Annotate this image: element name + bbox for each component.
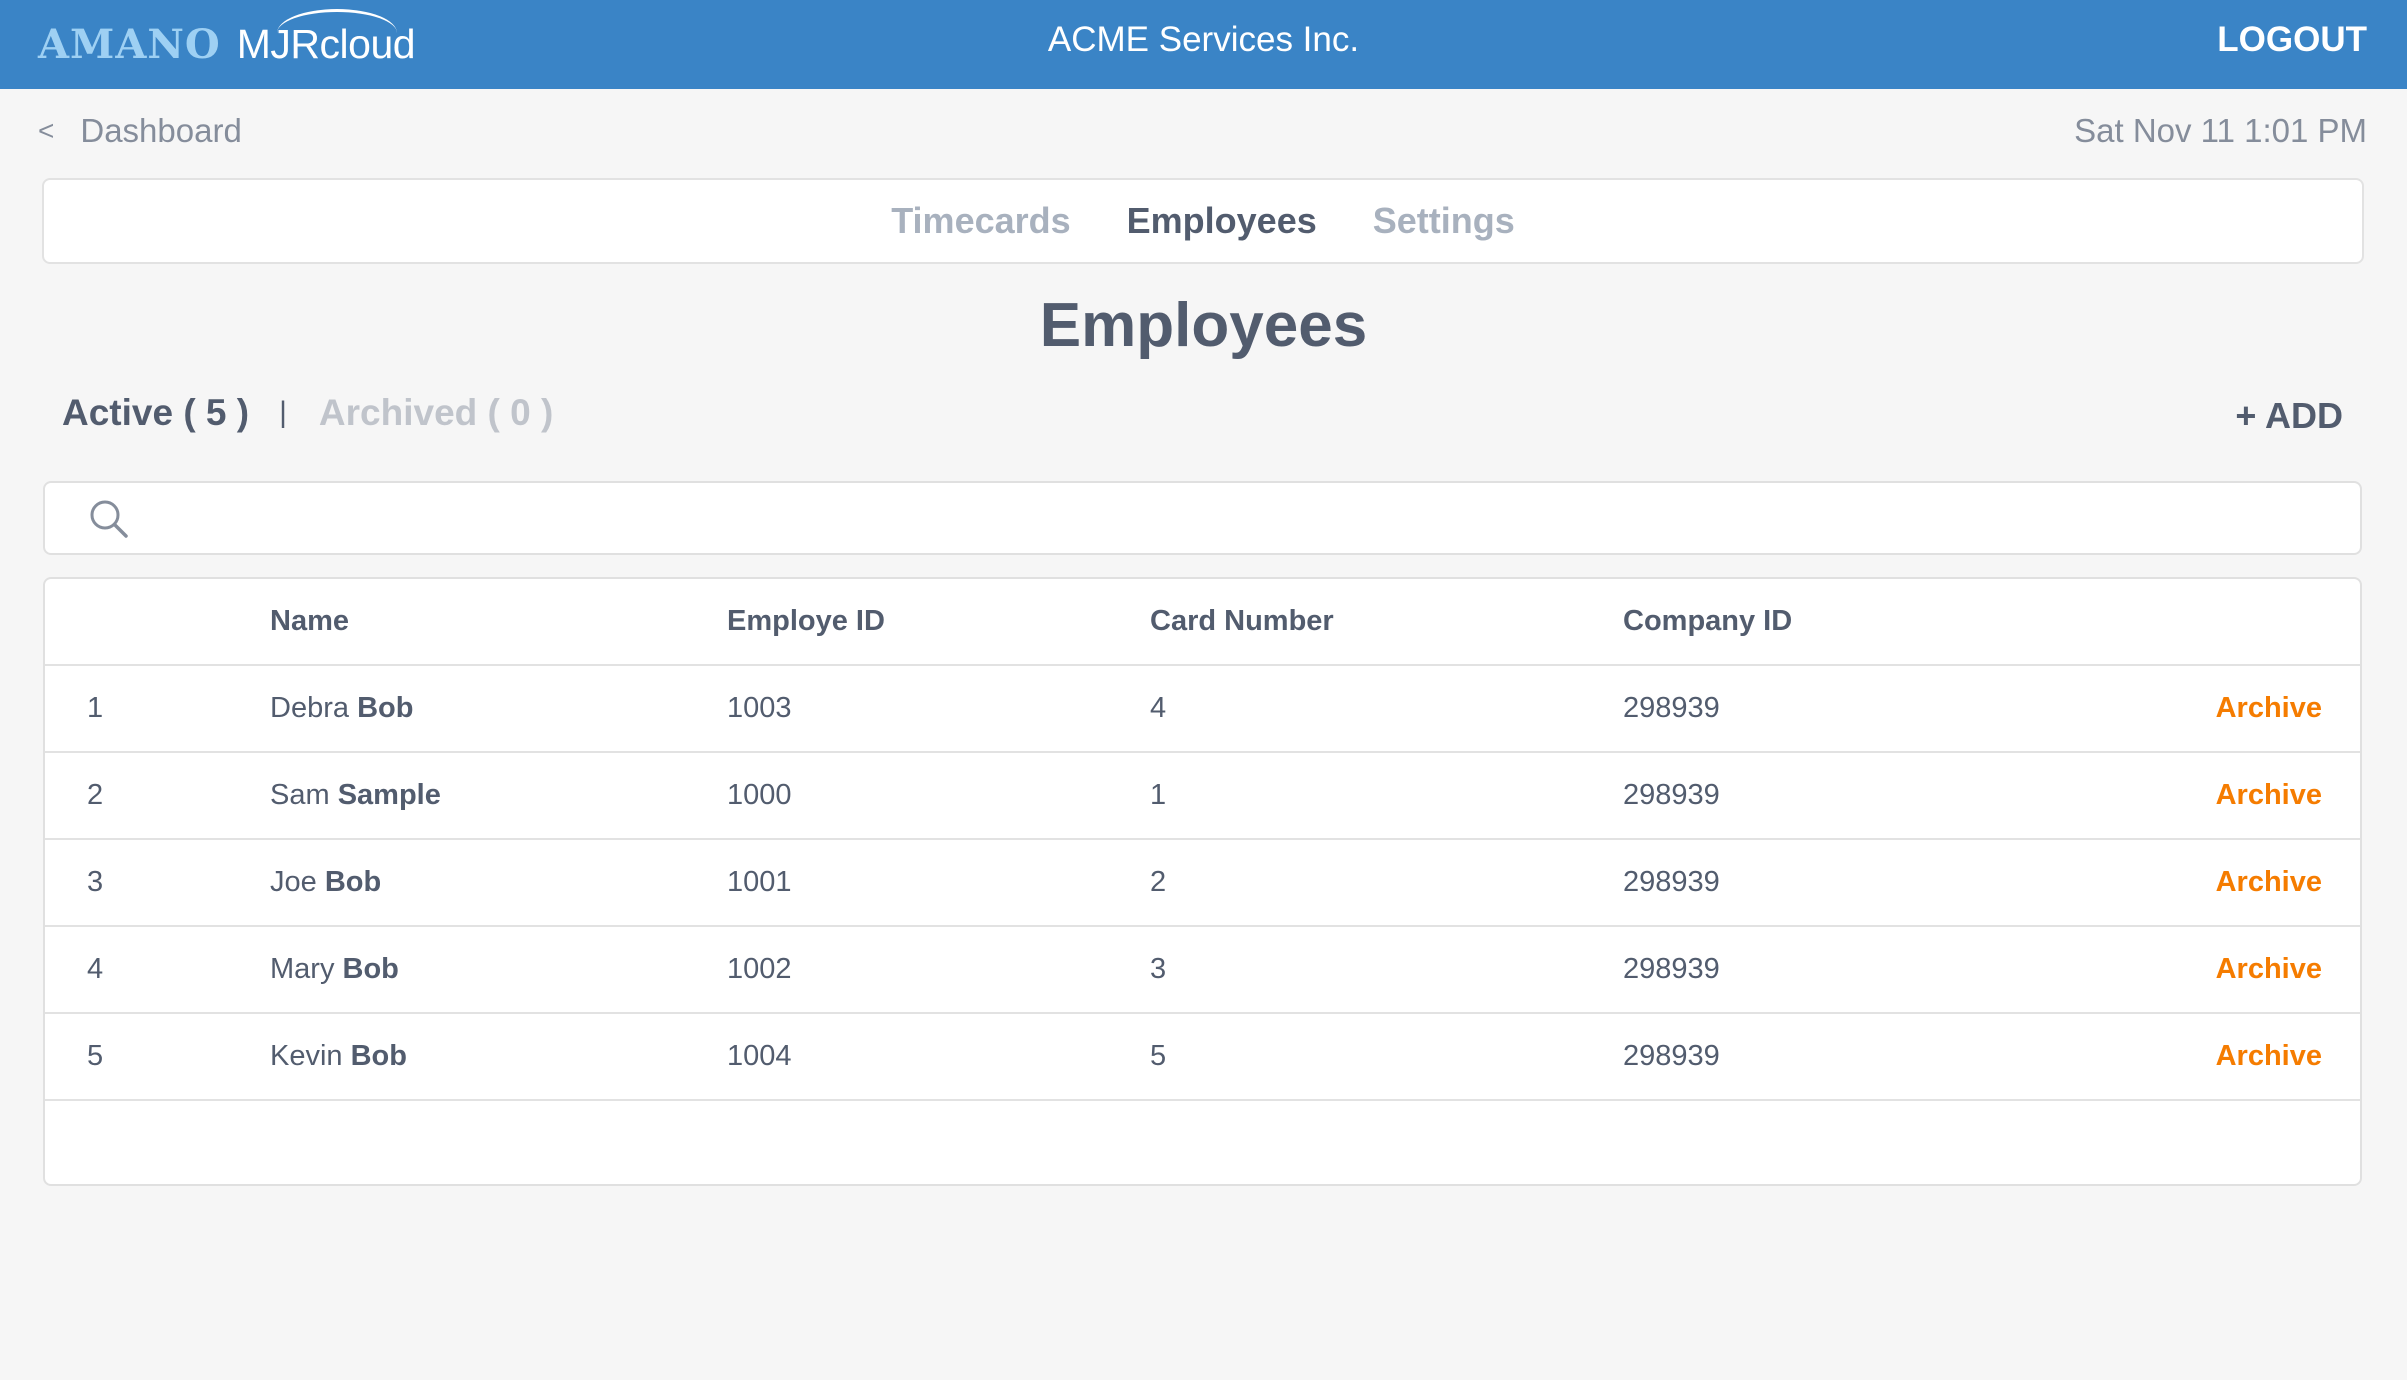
breadcrumb-dashboard-link[interactable]: < Dashboard (38, 112, 242, 150)
company-id: 298939 (1623, 953, 1720, 985)
archive-button[interactable]: Archive (2216, 840, 2322, 925)
col-card-number-header[interactable]: Card Number (1150, 579, 1334, 664)
company-id: 298939 (1623, 866, 1720, 898)
card-number: 4 (1150, 692, 1167, 724)
row-index: 1 (87, 692, 104, 724)
last-name: Bob (357, 692, 414, 724)
employee-id: 1000 (727, 779, 792, 811)
table-row[interactable]: 1 Debra Bob 1003 4 298939 Archive (45, 666, 2360, 753)
archive-button[interactable]: Archive (2216, 927, 2322, 1012)
row-index: 5 (87, 1040, 104, 1072)
chevron-left-icon: < (38, 115, 55, 146)
employee-name: Joe Bob (270, 840, 381, 925)
filter-archived[interactable]: Archived ( 0 ) (319, 392, 553, 434)
search-input[interactable] (155, 491, 2335, 547)
row-index: 3 (87, 866, 104, 898)
employee-id: 1002 (727, 953, 792, 985)
tab-employees[interactable]: Employees (1127, 200, 1317, 242)
tab-settings[interactable]: Settings (1373, 200, 1515, 242)
first-name: Joe (270, 866, 317, 898)
employee-name: Sam Sample (270, 753, 441, 838)
card-number: 2 (1150, 866, 1167, 898)
col-company-id-header[interactable]: Company ID (1623, 579, 1792, 664)
row-index: 4 (87, 953, 104, 985)
employee-id: 1003 (727, 692, 792, 724)
archive-button[interactable]: Archive (2216, 666, 2322, 751)
table-header: Name Employe ID Card Number Company ID (45, 579, 2360, 666)
filter-active[interactable]: Active ( 5 ) (62, 392, 249, 434)
company-id: 298939 (1623, 692, 1720, 724)
employee-id: 1004 (727, 1040, 792, 1072)
employee-id: 1001 (727, 866, 792, 898)
current-datetime: Sat Nov 11 1:01 PM (2074, 112, 2367, 149)
first-name: Mary (270, 953, 335, 985)
last-name: Sample (337, 779, 441, 811)
filter-separator: | (279, 396, 287, 429)
first-name: Debra (270, 692, 349, 724)
col-employee-id-header[interactable]: Employe ID (727, 579, 885, 664)
employee-name: Kevin Bob (270, 1014, 407, 1099)
table-row[interactable]: 2 Sam Sample 1000 1 298939 Archive (45, 753, 2360, 840)
section-tabs: Timecards Employees Settings (42, 178, 2364, 264)
employee-name: Mary Bob (270, 927, 399, 1012)
top-bar: AMANO MJRcloud ACME Services Inc. LOGOUT (0, 0, 2407, 89)
search-icon (90, 500, 128, 538)
last-name: Bob (324, 866, 382, 898)
add-employee-button[interactable]: + ADD (2235, 395, 2343, 437)
search-box (43, 481, 2362, 555)
employee-name: Debra Bob (270, 666, 413, 751)
company-id: 298939 (1623, 779, 1720, 811)
first-name: Sam (270, 779, 330, 811)
tab-timecards[interactable]: Timecards (891, 200, 1070, 242)
archive-button[interactable]: Archive (2216, 753, 2322, 838)
col-name-header[interactable]: Name (270, 579, 349, 664)
last-name: Bob (342, 953, 399, 985)
employees-table: Name Employe ID Card Number Company ID 1… (43, 577, 2362, 1186)
table-row[interactable]: 4 Mary Bob 1002 3 298939 Archive (45, 927, 2360, 1014)
company-id: 298939 (1623, 1040, 1720, 1072)
page-title: Employees (1039, 291, 1368, 360)
first-name: Kevin (270, 1040, 343, 1072)
logout-button[interactable]: LOGOUT (2217, 20, 2367, 60)
row-index: 2 (87, 779, 104, 811)
table-row[interactable]: 5 Kevin Bob 1004 5 298939 Archive (45, 1014, 2360, 1101)
card-number: 3 (1150, 953, 1167, 985)
company-name: ACME Services Inc. (1047, 20, 1360, 59)
last-name: Bob (350, 1040, 407, 1072)
employee-status-filter: Active ( 5 ) | Archived ( 0 ) (62, 392, 553, 434)
card-number: 1 (1150, 779, 1167, 811)
archive-button[interactable]: Archive (2216, 1014, 2322, 1099)
card-number: 5 (1150, 1040, 1167, 1072)
table-row[interactable]: 3 Joe Bob 1001 2 298939 Archive (45, 840, 2360, 927)
breadcrumb-label: Dashboard (80, 112, 242, 149)
